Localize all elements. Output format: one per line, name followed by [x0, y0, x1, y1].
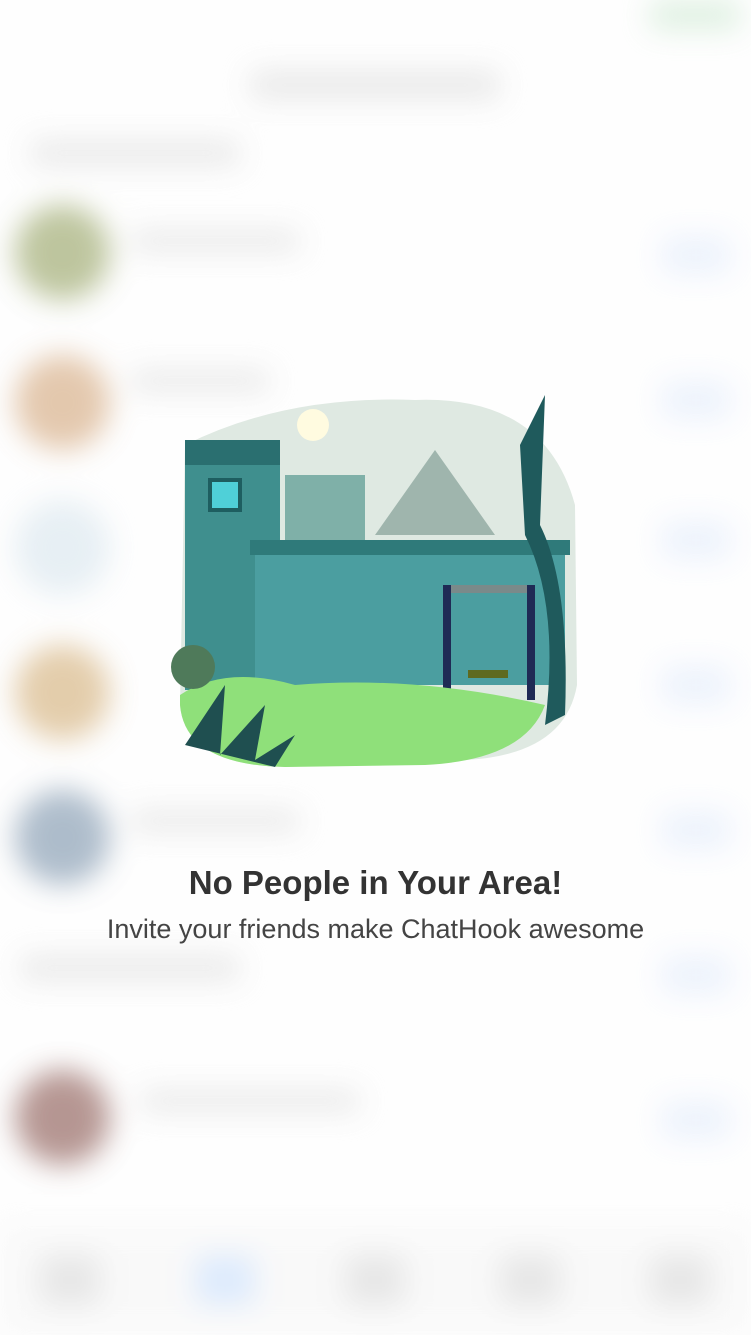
empty-backyard-illustration: [171, 395, 577, 767]
empty-state-subtitle: Invite your friends make ChatHook awesom…: [106, 914, 645, 944]
empty-state-title: No People in Your Area!: [188, 864, 563, 901]
